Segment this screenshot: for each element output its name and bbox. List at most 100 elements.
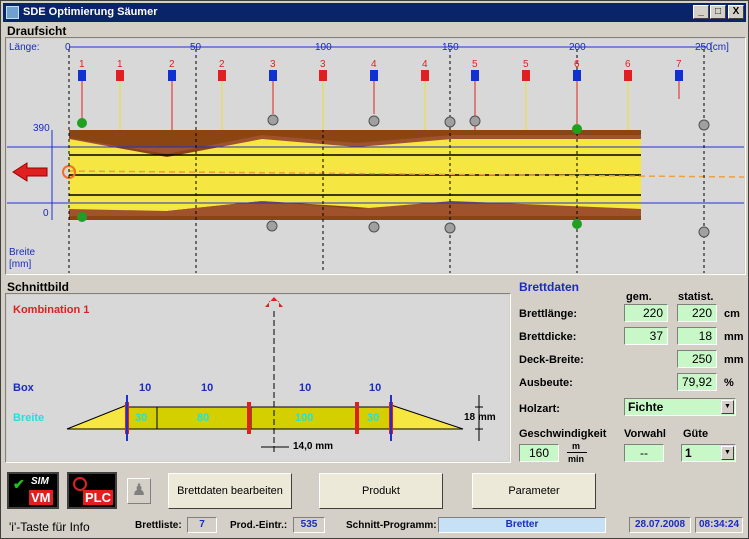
close-button[interactable]: X <box>728 5 744 19</box>
holzart-value: Fichte <box>628 400 664 414</box>
wedge-left <box>66 404 128 430</box>
saw-3 <box>355 402 359 434</box>
maximize-button[interactable]: □ <box>710 5 726 19</box>
schnittbild-plot: Kombination 1 Box Breite 10 10 10 10 30 … <box>7 295 509 461</box>
vm-label: VM <box>29 490 53 505</box>
produkt-button[interactable]: Produkt <box>319 473 443 509</box>
offset-label: 14,0 mm <box>293 441 334 452</box>
sensor-num-10: 5 <box>523 59 529 70</box>
segment-label-3: 100 <box>295 412 314 424</box>
chevron-down-icon[interactable]: ▼ <box>721 400 734 414</box>
sensor-num-9: 5 <box>472 59 478 70</box>
box-label: Box <box>13 382 34 394</box>
plc-label: PLC <box>83 490 113 505</box>
segment-label-4: 30 <box>367 412 380 424</box>
brettdaten-bearbeiten-button[interactable]: Brettdaten bearbeiten <box>168 473 292 509</box>
box-value-4: 10 <box>369 382 382 394</box>
box-value-2: 10 <box>201 382 214 394</box>
ausbeute-label: Ausbeute: <box>519 377 573 389</box>
brettdicke-unit: mm <box>724 331 744 343</box>
guete-select[interactable]: 1 ▼ <box>681 444 736 462</box>
brettdicke-stat: 18 <box>677 327 717 345</box>
draufsicht-plot: Länge: 0 50 100 150 200 250 [cm] 390 0 B… <box>7 39 744 273</box>
scale-tick-150: 150 <box>442 42 459 53</box>
box-value-3: 10 <box>299 382 312 394</box>
date-display: 28.07.2008 <box>629 517 691 533</box>
bell-icon[interactable]: ♟ <box>127 478 151 504</box>
col-gem: gem. <box>626 291 652 303</box>
deckbreite-stat: 250 <box>677 350 717 368</box>
y-top-label: 390 <box>33 123 50 134</box>
sim-vm-button[interactable]: ✔ SIM VM <box>7 472 59 509</box>
ausbeute-unit: % <box>724 377 734 389</box>
scale-unit: [cm] <box>710 42 729 53</box>
breite-row-label: Breite <box>13 412 45 424</box>
ausbeute-stat: 79,92 <box>677 373 717 391</box>
schnitt-value: Bretter <box>438 517 606 533</box>
sensor-num-7: 4 <box>371 59 377 70</box>
brettdaten-title: Brettdaten <box>519 280 580 294</box>
sensor-num-12: 6 <box>625 59 631 70</box>
app-icon <box>6 6 19 19</box>
y-bottom-label: 0 <box>43 208 49 219</box>
vorwahl-value: -- <box>624 444 664 462</box>
plc-button[interactable]: PLC <box>67 472 117 509</box>
schnitt-label: Schnitt-Programm: <box>346 520 437 531</box>
geschwindigkeit-value: 160 <box>519 444 559 462</box>
title-bar: SDE Optimierung Säumer _ □ X <box>3 3 746 22</box>
deckbreite-label: Deck-Breite: <box>519 354 584 366</box>
guete-value: 1 <box>685 446 692 460</box>
brettlaenge-label: Brettlänge: <box>519 308 578 320</box>
deckbreite-unit: mm <box>724 354 744 366</box>
brettliste-value: 7 <box>187 517 217 533</box>
sensor-num-3: 2 <box>169 59 175 70</box>
geschwindigkeit-label: Geschwindigkeit <box>519 428 607 440</box>
vorwahl-label: Vorwahl <box>624 428 666 440</box>
sensor-num-5: 3 <box>270 59 276 70</box>
info-hint: 'i'-Taste für Info <box>9 520 90 534</box>
box-value-1: 10 <box>139 382 152 394</box>
kombination-label: Kombination 1 <box>13 304 90 316</box>
chevron-down-icon[interactable]: ▼ <box>721 446 734 460</box>
sensor-num-11: 6 <box>574 59 580 70</box>
saw-2 <box>247 402 251 434</box>
holzart-select[interactable]: Fichte ▼ <box>624 398 736 416</box>
check-icon: ✔ <box>13 476 25 492</box>
sensor-num-1: 1 <box>79 59 85 70</box>
draufsicht-title: Draufsicht <box>7 24 67 38</box>
schnittbild-title: Schnittbild <box>7 280 69 294</box>
geschwindigkeit-unit-top: m <box>572 441 581 451</box>
wedge-right <box>390 404 464 430</box>
scale-tick-0: 0 <box>65 42 71 53</box>
brettlaenge-unit: cm <box>724 308 740 320</box>
scale-tick-50: 50 <box>190 42 202 53</box>
brettlaenge-stat: 220 <box>677 304 717 322</box>
geschwindigkeit-unit-bottom: min <box>568 454 585 464</box>
main-window: SDE Optimierung Säumer _ □ X Draufsicht <box>0 0 749 539</box>
time-display: 08:34:24 <box>695 517 743 533</box>
no-entry-icon <box>73 477 87 491</box>
parameter-button[interactable]: Parameter <box>472 473 596 509</box>
segment-label-1: 30 <box>135 412 148 424</box>
segment-label-2: 80 <box>197 412 210 424</box>
draufsicht-svg <box>7 46 744 273</box>
brettlaenge-gem: 220 <box>624 304 668 322</box>
breite-label: Breite <box>9 247 36 258</box>
col-statist: statist. <box>678 291 714 303</box>
prod-label: Prod.-Eintr.: <box>230 520 288 531</box>
minimize-button[interactable]: _ <box>693 5 709 19</box>
sensor-num-13: 7 <box>676 59 682 70</box>
prod-value: 535 <box>293 517 325 533</box>
window-title: SDE Optimierung Säumer <box>23 6 158 18</box>
scale-tick-100: 100 <box>315 42 332 53</box>
holzart-label: Holzart: <box>519 403 560 415</box>
breite-unit: [mm] <box>9 259 32 270</box>
sensor-num-6: 3 <box>320 59 326 70</box>
unit-fraction-bar <box>567 452 587 453</box>
sensor-num-2: 1 <box>117 59 123 70</box>
scale-tick-200: 200 <box>569 42 586 53</box>
laenge-label: Länge: <box>9 42 40 53</box>
brettdicke-gem: 37 <box>624 327 668 345</box>
thickness-label: 18 mm <box>464 412 496 423</box>
center-arrow-icon <box>265 297 283 307</box>
